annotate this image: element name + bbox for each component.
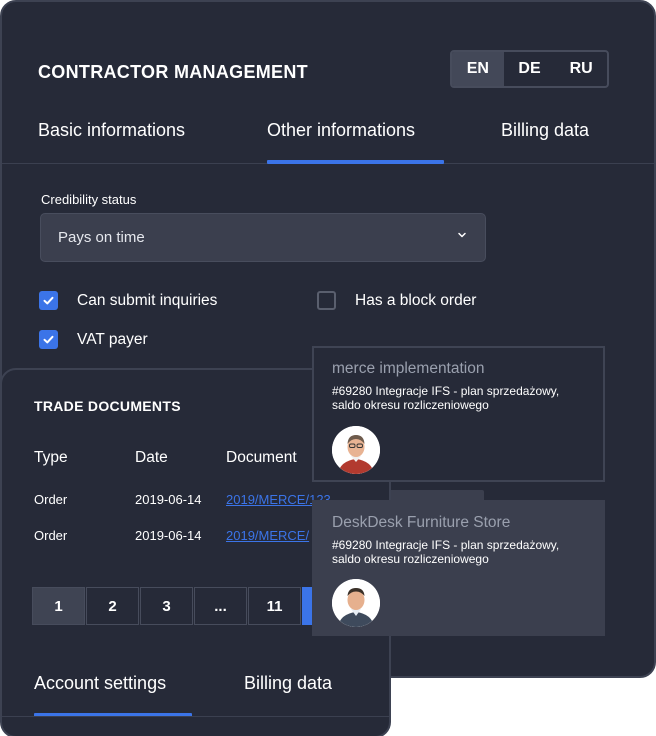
activity-popup[interactable]: DeskDesk Furniture Store #69280 Integrac… xyxy=(312,500,605,636)
language-de-button[interactable]: DE xyxy=(504,52,556,86)
avatar xyxy=(332,579,380,627)
language-switch: EN DE RU xyxy=(450,50,609,88)
tab-basic-informations[interactable]: Basic informations xyxy=(38,120,185,141)
can-submit-inquiries-label: Can submit inquiries xyxy=(77,291,218,309)
credibility-status-select[interactable]: Pays on time xyxy=(40,213,486,262)
row-1-date: 2019-06-14 xyxy=(135,492,202,507)
active-tab-indicator xyxy=(267,160,444,164)
row-2-document-link[interactable]: 2019/MERCE/ xyxy=(226,528,309,543)
credibility-status-label: Credibility status xyxy=(41,192,137,207)
page-button-3[interactable]: 3 xyxy=(140,587,193,625)
language-en-button[interactable]: EN xyxy=(452,52,504,86)
activity-popup[interactable]: merce implementation #69280 Integracje I… xyxy=(312,346,605,482)
trade-documents-title: TRADE DOCUMENTS xyxy=(34,398,181,414)
tab-billing-data[interactable]: Billing data xyxy=(501,120,589,141)
chevron-down-icon xyxy=(458,232,466,238)
row-2-type: Order xyxy=(34,528,68,543)
vat-payer-label: VAT payer xyxy=(77,330,148,348)
popup-title: DeskDesk Furniture Store xyxy=(332,514,511,531)
row-2-date: 2019-06-14 xyxy=(135,528,202,543)
checkbox-checked-icon xyxy=(39,291,58,310)
language-ru-button[interactable]: RU xyxy=(555,52,607,86)
page-button-11[interactable]: 11 xyxy=(248,587,301,625)
subtabs-divider xyxy=(2,716,389,717)
column-header-type: Type xyxy=(34,449,68,466)
tab-account-settings[interactable]: Account settings xyxy=(34,673,166,694)
can-submit-inquiries-checkbox[interactable]: Can submit inquiries xyxy=(39,291,217,310)
popup-title: merce implementation xyxy=(332,360,485,377)
tab-billing-data-secondary[interactable]: Billing data xyxy=(244,673,332,694)
checkbox-unchecked-icon xyxy=(317,291,336,310)
popup-description: #69280 Integracje IFS - plan sprzedażowy… xyxy=(332,538,560,566)
vat-payer-checkbox[interactable]: VAT payer xyxy=(39,330,148,349)
pagination: 1 2 3 ... 11 xyxy=(32,587,356,625)
avatar xyxy=(332,426,380,474)
row-1-type: Order xyxy=(34,492,68,507)
credibility-status-value: Pays on time xyxy=(58,229,145,246)
page-title: CONTRACTOR MANAGEMENT xyxy=(38,62,308,82)
has-block-order-label: Has a block order xyxy=(355,291,477,309)
page-ellipsis: ... xyxy=(194,587,247,625)
popup-description: #69280 Integracje IFS - plan sprzedażowy… xyxy=(332,384,560,412)
tab-other-informations[interactable]: Other informations xyxy=(267,120,415,141)
checkbox-checked-icon xyxy=(39,330,58,349)
page-button-1[interactable]: 1 xyxy=(32,587,85,625)
column-header-document: Document xyxy=(226,449,297,466)
page-button-2[interactable]: 2 xyxy=(86,587,139,625)
column-header-date: Date xyxy=(135,449,168,466)
has-block-order-checkbox[interactable]: Has a block order xyxy=(317,291,476,310)
